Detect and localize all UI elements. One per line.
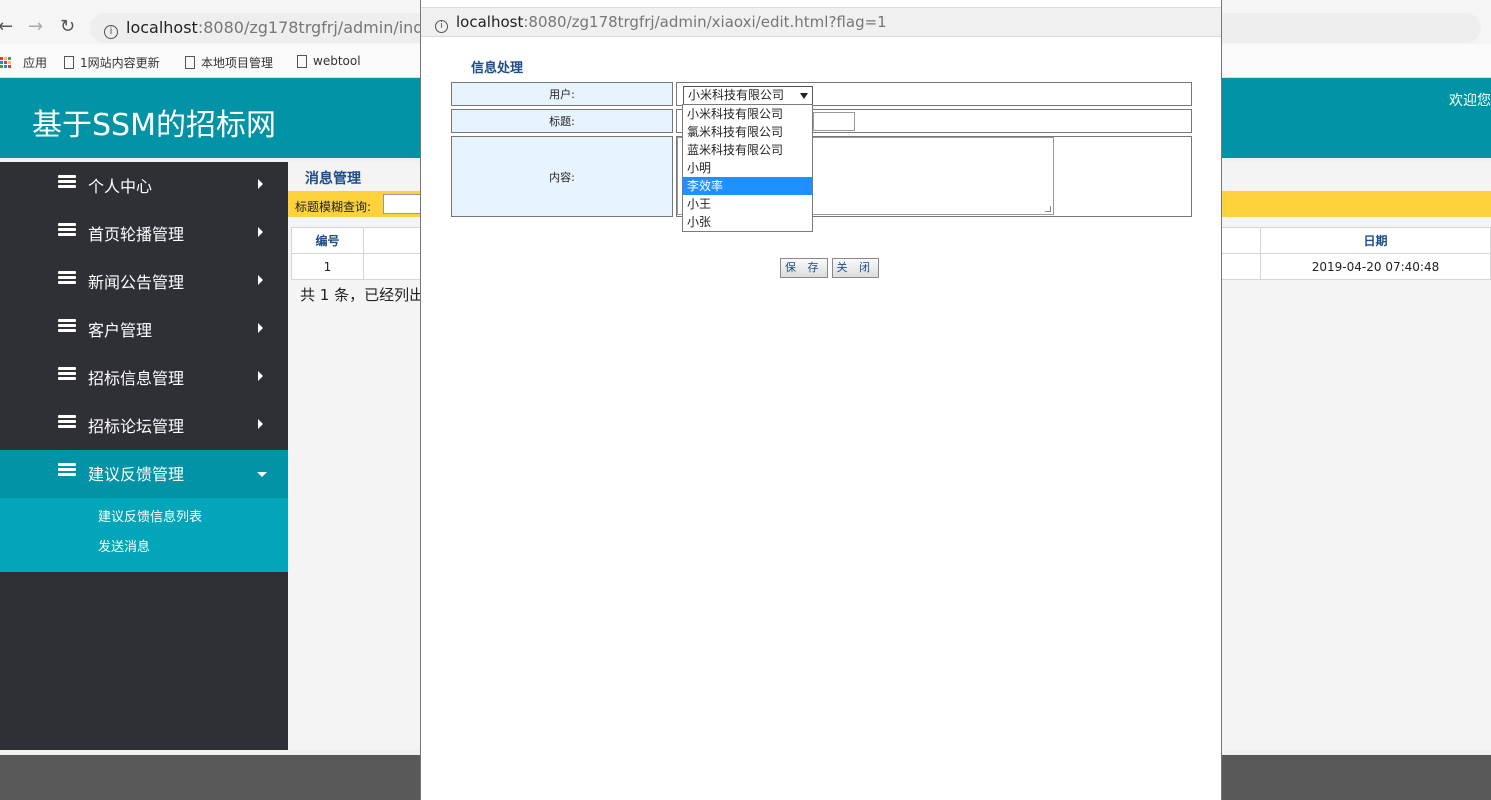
user-cell: 小米科技有限公司 [676,82,1192,106]
edit-popup-window: i localhost:8080/zg178trgfrj/admin/xiaoxi… [420,0,1222,800]
sidebar-item-label: 首页轮播管理 [88,225,185,244]
title-label: 标题: [451,109,673,133]
form-buttons: 保 存 关 闭 [780,258,879,278]
dropdown-option[interactable]: 小王 [683,195,812,213]
sidebar-item-label: 建议反馈管理 [88,465,185,484]
user-label: 用户: [451,82,673,106]
sidebar-item-label: 招标信息管理 [88,369,185,388]
cell-id: 1 [291,253,364,280]
page-title: 消息管理 [305,171,361,187]
submenu-item-send-message[interactable]: 发送消息 [98,536,288,566]
bookmark-label: 本地项目管理 [201,56,274,70]
back-icon[interactable]: ← [0,16,13,37]
app-title: 基于SSM的招标网 [32,108,276,143]
bookmark-label: 应用 [23,56,48,70]
chevron-down-icon [257,472,267,477]
apps-grid-icon [0,57,11,68]
chevron-right-icon [258,371,263,381]
sidebar-item-label: 新闻公告管理 [88,273,185,292]
dropdown-option-highlighted[interactable]: 李效率 [683,177,812,195]
url-host: localhost [126,18,198,37]
bookmark-3[interactable]: webtool [297,54,361,68]
search-label: 标题模糊查询: [295,200,372,214]
dropdown-option[interactable]: 小米科技有限公司 [683,105,812,123]
content-label: 内容: [451,136,673,217]
sidebar-item-label: 招标论坛管理 [88,417,185,436]
cell-date: 2019-04-20 07:40:48 [1260,253,1491,280]
user-select-value: 小米科技有限公司 [688,88,785,102]
forward-icon[interactable]: → [28,16,43,37]
bookmark-2[interactable]: 本地项目管理 [185,54,273,71]
user-select[interactable]: 小米科技有限公司 [683,86,813,105]
bookmark-apps[interactable]: 应用 [0,54,47,71]
user-dropdown-list: 小米科技有限公司 氯米科技有限公司 蓝米科技有限公司 小明 李效率 小王 小张 [682,104,813,232]
sidebar-item-carousel[interactable]: 首页轮播管理 [0,210,288,258]
sidebar-item-tenders[interactable]: 招标信息管理 [0,354,288,402]
column-header-date: 日期 [1260,227,1491,254]
sidebar-item-personal-center[interactable]: 个人中心 [0,162,288,210]
submenu-item-feedback-list[interactable]: 建议反馈信息列表 [98,506,288,536]
sidebar-item-news[interactable]: 新闻公告管理 [0,258,288,306]
dropdown-option[interactable]: 蓝米科技有限公司 [683,141,812,159]
search-input[interactable] [383,194,423,214]
chevron-right-icon [258,227,263,237]
page-icon [64,56,74,69]
form-row-user: 用户: 小米科技有限公司 [451,82,1192,106]
feedback-submenu: 建议反馈信息列表 发送消息 [0,498,288,572]
sidebar-item-label: 客户管理 [88,321,153,340]
chevron-right-icon [258,419,263,429]
reload-icon[interactable]: ↻ [60,16,75,37]
popup-url-host: localhost [456,13,524,31]
form-row-content: 内容: [451,136,1192,217]
stack-icon [58,415,76,429]
stack-icon [58,271,76,285]
sidebar-item-label: 个人中心 [88,177,153,196]
sidebar-item-feedback[interactable]: 建议反馈管理 [0,450,288,498]
form-heading: 信息处理 [471,61,524,76]
stack-icon [58,319,76,333]
sidebar-item-forum[interactable]: 招标论坛管理 [0,402,288,450]
page-icon [297,54,307,68]
popup-address-bar[interactable]: i localhost:8080/zg178trgfrj/admin/xiaoxi… [421,8,1221,37]
popup-titlebar [421,0,1221,8]
column-header-id: 编号 [291,227,364,254]
info-icon[interactable]: i [104,25,118,39]
stack-icon [58,367,76,381]
chevron-right-icon [258,323,263,333]
dropdown-arrow-icon [800,93,808,99]
dropdown-option[interactable]: 小张 [683,213,812,231]
sidebar: 个人中心 首页轮播管理 新闻公告管理 客户管理 招标信息管理 招标论坛管理 建议… [0,162,288,750]
resize-grip-icon[interactable] [1045,206,1051,212]
page-icon [185,56,195,69]
sidebar-item-customers[interactable]: 客户管理 [0,306,288,354]
popup-url-path: :8080/zg178trgfrj/admin/xiaoxi/edit.html… [523,13,887,31]
dropdown-option[interactable]: 小明 [683,159,812,177]
chevron-right-icon [258,179,263,189]
info-icon[interactable]: i [435,20,448,33]
save-button[interactable]: 保 存 [780,258,828,278]
dropdown-option[interactable]: 氯米科技有限公司 [683,123,812,141]
stack-icon [58,175,76,189]
bookmark-label: 1网站内容更新 [80,56,160,70]
close-button[interactable]: 关 闭 [831,258,879,278]
stack-icon [58,223,76,237]
bookmark-1[interactable]: 1网站内容更新 [64,54,160,71]
stack-icon [58,463,76,477]
bookmark-label: webtool [313,54,361,68]
chevron-right-icon [258,275,263,285]
form-row-title: 标题: [451,109,1192,133]
title-input[interactable] [813,112,855,131]
record-summary: 共 1 条，已经列出 [300,286,425,304]
welcome-text: 欢迎您 [1449,93,1491,109]
